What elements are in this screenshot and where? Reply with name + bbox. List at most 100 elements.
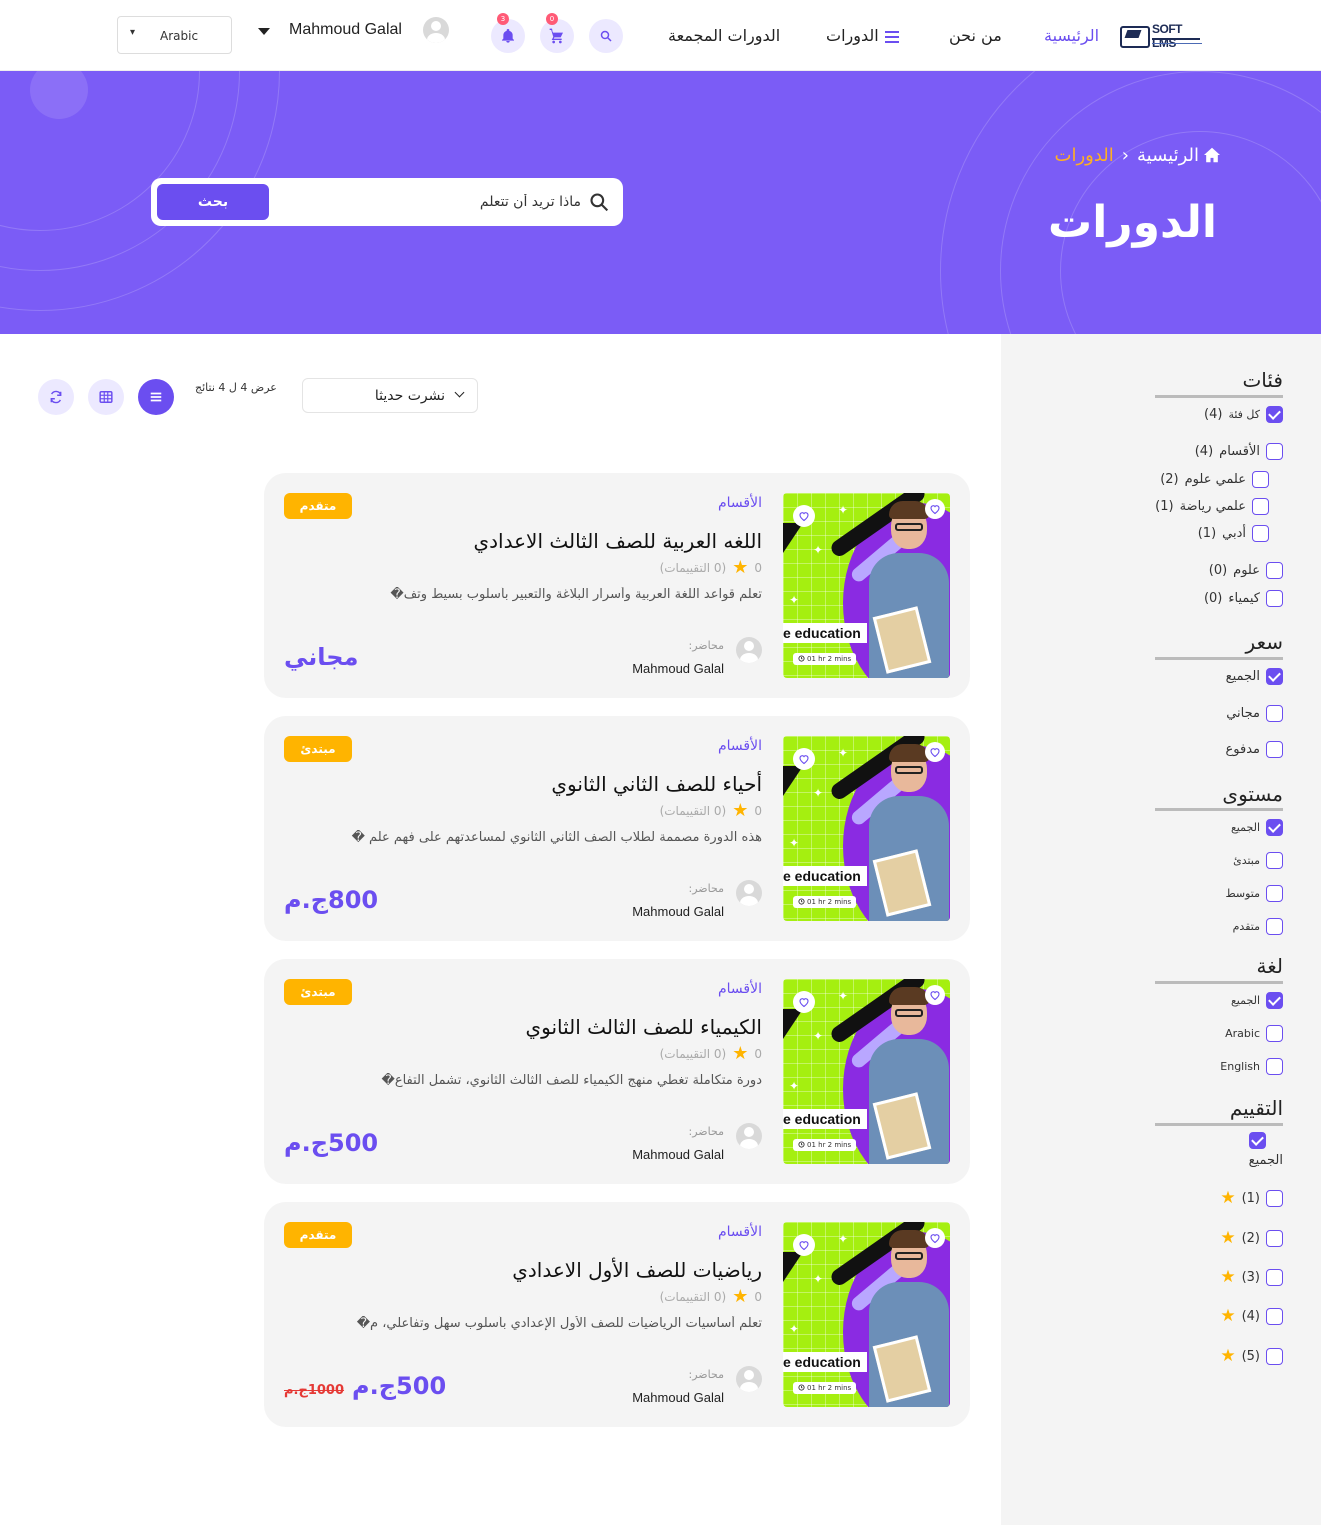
course-thumbnail[interactable]: ✦ ✦ ✦ e education 01 hr 2 mins <box>783 1222 950 1407</box>
filter-price-item[interactable]: الجميع <box>1226 668 1283 685</box>
lecturer-avatar <box>736 637 762 663</box>
checkbox[interactable] <box>1266 819 1283 836</box>
wishlist-heart-icon[interactable] <box>793 991 815 1013</box>
checkbox[interactable] <box>1266 1307 1283 1325</box>
language-select[interactable]: ▾ Arabic <box>117 16 232 54</box>
thumb-edu-label: e education <box>783 1352 867 1372</box>
search-submit-button[interactable]: بحث <box>157 184 269 220</box>
notifications-button[interactable]: 3 <box>491 13 525 53</box>
site-logo[interactable]: SOFT LMS <box>1120 22 1208 50</box>
filter-level-item[interactable]: متوسط <box>1225 885 1283 902</box>
checkbox[interactable] <box>1266 1025 1283 1042</box>
filter-rating-item[interactable]: (3) ★ <box>1220 1267 1283 1287</box>
filter-price-item[interactable]: مدفوع <box>1226 741 1283 758</box>
lecturer-name[interactable]: Mahmoud Galal <box>632 1147 724 1162</box>
list-view-button[interactable] <box>138 379 174 415</box>
checkbox[interactable] <box>1252 525 1269 542</box>
course-card[interactable]: ✦ ✦ ✦ e education 01 hr 2 mins الأقسام أ… <box>264 716 970 941</box>
filter-level-item[interactable]: متقدم <box>1233 918 1283 935</box>
course-card[interactable]: ✦ ✦ ✦ e education 01 hr 2 mins الأقسام ا… <box>264 473 970 698</box>
filter-category-item[interactable]: أدبي (1) <box>1198 525 1269 542</box>
checkbox[interactable] <box>1248 1132 1266 1149</box>
checkbox[interactable] <box>1266 668 1283 685</box>
wishlist-heart-icon[interactable] <box>793 748 815 770</box>
checkbox[interactable] <box>1266 705 1283 722</box>
course-title[interactable]: رياضيات للصف الأول الاعدادي <box>512 1258 762 1282</box>
checkbox[interactable] <box>1266 562 1283 579</box>
filter-category-item[interactable]: علمي علوم (2) <box>1160 471 1269 488</box>
user-avatar[interactable] <box>423 17 449 43</box>
nav-home[interactable]: الرئيسية <box>1044 26 1099 45</box>
filter-rating-item[interactable]: (4) ★ <box>1220 1306 1283 1326</box>
user-menu-caret-icon[interactable] <box>258 28 270 35</box>
checkbox[interactable] <box>1266 406 1283 423</box>
checkbox[interactable] <box>1266 885 1283 902</box>
course-thumbnail[interactable]: ✦ ✦ ✦ e education 01 hr 2 mins <box>783 493 950 678</box>
checkbox[interactable] <box>1266 992 1283 1009</box>
course-category[interactable]: الأقسام <box>718 495 762 511</box>
filter-language-item[interactable]: English <box>1220 1058 1283 1075</box>
course-category[interactable]: الأقسام <box>718 1224 762 1240</box>
checkbox[interactable] <box>1266 443 1283 460</box>
checkbox[interactable] <box>1252 471 1269 488</box>
course-category[interactable]: الأقسام <box>718 738 762 754</box>
nav-bundles[interactable]: الدورات المجمعة <box>668 26 780 45</box>
user-name[interactable]: Mahmoud Galal <box>289 21 402 39</box>
filter-rating-item[interactable]: (1) ★ <box>1220 1188 1283 1208</box>
favorite-heart-icon[interactable] <box>925 499 945 519</box>
checkbox[interactable] <box>1266 590 1283 607</box>
checkbox[interactable] <box>1252 498 1269 515</box>
filter-rating-item[interactable]: (2) ★ <box>1220 1228 1283 1248</box>
course-title[interactable]: اللغه العربية للصف الثالث الاعدادي <box>473 529 762 553</box>
refresh-button[interactable] <box>38 379 74 415</box>
lecturer-name[interactable]: Mahmoud Galal <box>632 904 724 919</box>
course-card[interactable]: ✦ ✦ ✦ e education 01 hr 2 mins الأقسام ر… <box>264 1202 970 1427</box>
course-title[interactable]: أحياء للصف الثاني الثانوي <box>551 772 762 796</box>
filter-level-item[interactable]: مبتدئ <box>1233 852 1283 869</box>
wishlist-heart-icon[interactable] <box>793 1234 815 1256</box>
filter-category-item[interactable]: كل فئة (4) <box>1204 406 1283 423</box>
course-category[interactable]: الأقسام <box>718 981 762 997</box>
course-thumbnail[interactable]: ✦ ✦ ✦ e education 01 hr 2 mins <box>783 979 950 1164</box>
breadcrumb-home[interactable]: الرئيسية <box>1137 145 1199 166</box>
sort-select[interactable]: نشرت حديثا <box>302 378 478 413</box>
cart-button[interactable]: 0 <box>540 13 574 53</box>
favorite-heart-icon[interactable] <box>925 1228 945 1248</box>
course-level-badge: مبتدئ <box>284 736 352 762</box>
top-header: ▾ Arabic Mahmoud Galal 3 0 الدورات المجم… <box>0 0 1321 71</box>
filter-level-item[interactable]: الجميع <box>1231 819 1283 836</box>
course-title[interactable]: الكيمياء للصف الثالث الثانوي <box>525 1015 762 1039</box>
favorite-heart-icon[interactable] <box>925 742 945 762</box>
lecturer-name[interactable]: Mahmoud Galal <box>632 1390 724 1405</box>
lecturer-name[interactable]: Mahmoud Galal <box>632 661 724 676</box>
checkbox[interactable] <box>1266 1229 1283 1247</box>
checkbox[interactable] <box>1266 1189 1283 1207</box>
nav-about[interactable]: من نحن <box>949 26 1002 45</box>
header-search-button[interactable] <box>589 19 623 53</box>
search-icon <box>600 30 612 42</box>
filter-language-item[interactable]: الجميع <box>1231 992 1283 1009</box>
filter-rating-item[interactable]: (5) ★ <box>1220 1346 1283 1366</box>
filter-category-item[interactable]: علمي رياضة (1) <box>1155 498 1269 515</box>
course-price-old: 1000ج.م <box>284 1383 345 1398</box>
course-search-input[interactable] <box>281 178 581 226</box>
checkbox[interactable] <box>1266 918 1283 935</box>
wishlist-heart-icon[interactable] <box>793 505 815 527</box>
grid-view-button[interactable] <box>88 379 124 415</box>
nav-courses[interactable]: الدورات <box>826 26 899 45</box>
checkbox[interactable] <box>1266 1268 1283 1286</box>
checkbox[interactable] <box>1266 1058 1283 1075</box>
filter-category-item[interactable]: كيمياء (0) <box>1204 590 1283 607</box>
checkbox[interactable] <box>1266 1347 1283 1365</box>
filter-language-item[interactable]: Arabic <box>1225 1025 1283 1042</box>
filter-category-item[interactable]: الأقسام (4) <box>1195 443 1283 460</box>
course-level-badge: متقدم <box>284 1222 352 1248</box>
course-thumbnail[interactable]: ✦ ✦ ✦ e education 01 hr 2 mins <box>783 736 950 921</box>
favorite-heart-icon[interactable] <box>925 985 945 1005</box>
filter-price-item[interactable]: مجاني <box>1226 705 1283 722</box>
course-card[interactable]: ✦ ✦ ✦ e education 01 hr 2 mins الأقسام ا… <box>264 959 970 1184</box>
filter-rating-all[interactable]: الجميع <box>1248 1132 1283 1168</box>
checkbox[interactable] <box>1266 741 1283 758</box>
checkbox[interactable] <box>1266 852 1283 869</box>
filter-category-item[interactable]: علوم (0) <box>1209 562 1283 579</box>
